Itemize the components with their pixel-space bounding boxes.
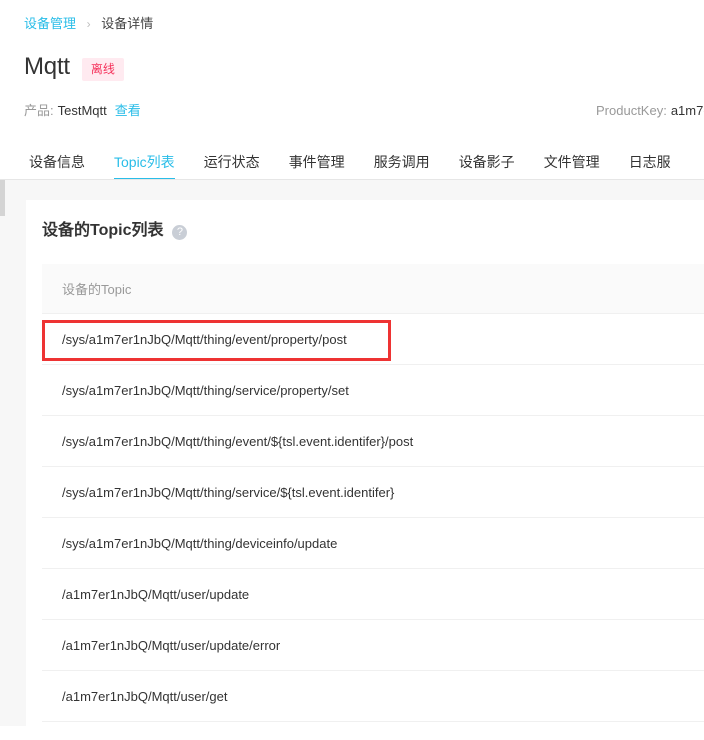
card-title: 设备的Topic列表	[42, 222, 164, 239]
topic-cell: /a1m7er1nJbQ/Mqtt/user/update	[62, 586, 250, 602]
device-meta-row: 产品:TestMqtt 查看 ProductKey:a1m7er	[24, 101, 704, 120]
table-row[interactable]: /a1m7er1nJbQ/Mqtt/user/get	[42, 671, 704, 722]
product-view-link[interactable]: 查看	[115, 103, 141, 118]
product-label: 产品:	[24, 103, 54, 118]
breadcrumb-current-device-detail: 设备详情	[101, 16, 154, 31]
tab-running-status[interactable]: 运行状态	[204, 146, 260, 179]
breadcrumb-separator-icon: ›	[86, 17, 91, 31]
topic-list-card: 设备的Topic列表 ? 设备的Topic /sys/a1m7er1nJbQ/M…	[26, 200, 704, 740]
table-row[interactable]: /sys/a1m7er1nJbQ/Mqtt/thing/service/prop…	[42, 365, 704, 416]
table-row[interactable]: /a1m7er1nJbQ/Mqtt/user/update	[42, 569, 704, 620]
card-title-row: 设备的Topic列表 ?	[26, 200, 704, 242]
tab-device-shadow[interactable]: 设备影子	[459, 146, 515, 179]
page-header: 设备管理 › 设备详情 Mqtt 离线 产品: TestMqtt 查看 Produc…	[0, 0, 704, 180]
product-key-group: ProductKey:a1m7er	[596, 101, 704, 120]
page-body: 设备的Topic列表 ? 设备的Topic /sys/a1m7er1nJbQ/M…	[0, 180, 704, 740]
topic-cell: /sys/a1m7er1nJbQ/Mqtt/thing/event/proper…	[62, 331, 347, 347]
tab-bar: 设备信息 Topic列表 运行状态 事件管理 服务调用 设备影子 文件管理 日志服	[0, 146, 704, 180]
table-row[interactable]: /a1m7er1nJbQ/Mqtt/user/update/error	[42, 620, 704, 671]
tab-topic-list[interactable]: Topic列表	[114, 146, 175, 179]
tab-device-info[interactable]: 设备信息	[29, 146, 85, 179]
tab-service-invoke[interactable]: 服务调用	[374, 146, 430, 179]
table-row[interactable]: /sys/a1m7er1nJbQ/Mqtt/thing/event/proper…	[42, 314, 704, 365]
topic-cell: /sys/a1m7er1nJbQ/Mqtt/thing/deviceinfo/u…	[62, 535, 338, 551]
question-mark-icon[interactable]: ?	[172, 224, 188, 240]
table-header-row: 设备的Topic	[42, 264, 704, 314]
topic-cell: /a1m7er1nJbQ/Mqtt/user/get	[62, 688, 228, 704]
tab-file-management[interactable]: 文件管理	[544, 146, 600, 179]
topic-cell: /sys/a1m7er1nJbQ/Mqtt/thing/service/prop…	[62, 382, 349, 398]
sidebar-collapse-handle[interactable]	[0, 180, 5, 216]
product-key-value: a1m7er	[670, 103, 704, 118]
table-row[interactable]: /sys/a1m7er1nJbQ/Mqtt/thing/deviceinfo/u…	[42, 518, 704, 569]
table-row[interactable]: /sys/a1m7er1nJbQ/Mqtt/thing/service/${ts…	[42, 467, 704, 518]
topic-cell: /sys/a1m7er1nJbQ/Mqtt/thing/event/${tsl.…	[62, 433, 414, 449]
device-title-row: Mqtt 离线	[24, 52, 124, 82]
breadcrumb-link-device-management[interactable]: 设备管理	[24, 16, 76, 31]
product-key-label: ProductKey:	[596, 103, 667, 118]
topic-cell: /sys/a1m7er1nJbQ/Mqtt/thing/service/${ts…	[62, 484, 395, 500]
topic-cell: /a1m7er1nJbQ/Mqtt/user/update/error	[62, 637, 281, 653]
product-name: TestMqtt	[57, 103, 107, 118]
breadcrumb: 设备管理 › 设备详情	[24, 15, 153, 33]
tab-event-management[interactable]: 事件管理	[289, 146, 345, 179]
table-column-header-topic: 设备的Topic	[62, 282, 132, 297]
topic-table: 设备的Topic /sys/a1m7er1nJbQ/Mqtt/thing/eve…	[42, 264, 704, 722]
tab-log-service[interactable]: 日志服	[629, 146, 671, 179]
table-row[interactable]: /sys/a1m7er1nJbQ/Mqtt/thing/event/${tsl.…	[42, 416, 704, 467]
status-badge: 离线	[81, 57, 124, 81]
page-title: Mqtt	[24, 53, 70, 80]
